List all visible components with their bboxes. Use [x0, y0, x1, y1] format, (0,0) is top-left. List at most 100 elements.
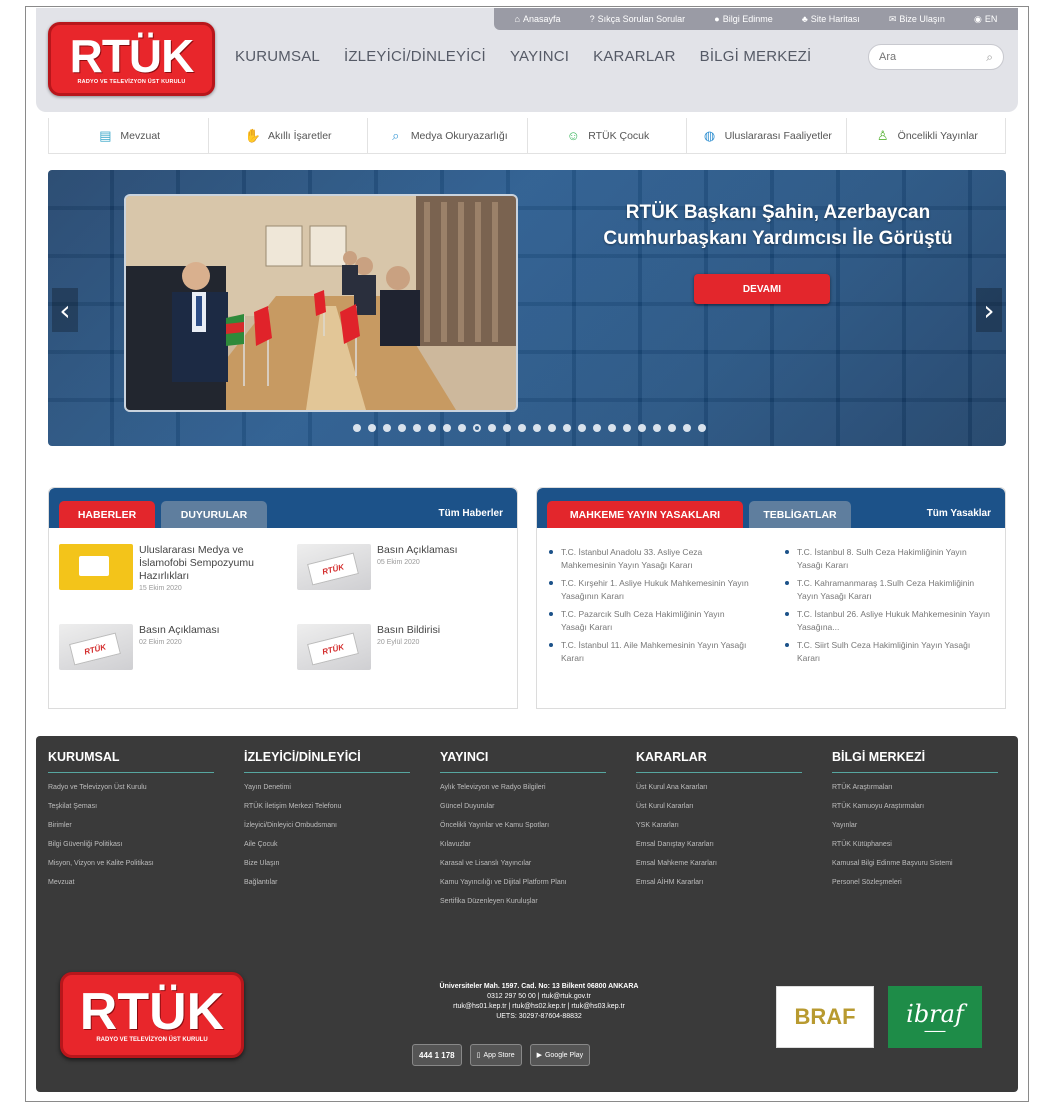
quick-link[interactable]: ⌕ Medya Okuryazarlığı	[368, 118, 528, 153]
footer-link[interactable]: RTÜK İletişim Merkezi Telefonu	[244, 802, 410, 811]
footer-link[interactable]: Emsal AİHM Kararları	[636, 878, 802, 887]
braf-logo[interactable]: BRAF	[776, 986, 874, 1048]
footer-column-title[interactable]: YAYINCI	[440, 750, 606, 773]
slider-dot[interactable]	[382, 424, 391, 432]
search-icon[interactable]: ⌕	[986, 50, 993, 65]
slider-dot[interactable]	[562, 424, 571, 432]
all-news-link[interactable]: Tüm Haberler	[439, 508, 503, 519]
footer-link[interactable]: İzleyici/Dinleyici Ombudsmanı	[244, 821, 410, 830]
quick-link[interactable]: ◍ Uluslararası Faaliyetler	[687, 118, 847, 153]
app-store-badge[interactable]: ▯ App Store	[469, 1044, 522, 1066]
footer-link[interactable]: Personel Sözleşmeleri	[832, 878, 998, 887]
nav-item-3[interactable]: KARARLAR	[593, 48, 675, 65]
footer-link[interactable]: RTÜK Kütüphanesi	[832, 840, 998, 849]
quick-link[interactable]: ✋ Akıllı İşaretler	[209, 118, 368, 153]
ban-item[interactable]: T.C. Pazarcık Sulh Ceza Hakimliğinin Yay…	[549, 608, 749, 634]
tab-tebligatlar[interactable]: TEBLİGATLAR	[749, 501, 851, 528]
nav-item-1[interactable]: İZLEYİCİ/DİNLEYİCİ	[344, 48, 486, 65]
quick-link[interactable]: ☺ RTÜK Çocuk	[528, 118, 687, 153]
slider-dot[interactable]	[502, 424, 511, 432]
tab-duyurular[interactable]: DUYURULAR	[161, 501, 267, 528]
footer-link[interactable]: Üst Kurul Kararları	[636, 802, 802, 811]
ban-item[interactable]: T.C. İstanbul 8. Sulh Ceza Hakimliğinin …	[785, 546, 993, 572]
slider-dot[interactable]	[412, 424, 421, 432]
footer-link[interactable]: Birimler	[48, 821, 214, 830]
footer-link[interactable]: Misyon, Vizyon ve Kalite Politikası	[48, 859, 214, 868]
tab-mahkeme-yayin-yasaklari[interactable]: MAHKEME YAYIN YASAKLARI	[547, 501, 743, 528]
google-play-badge[interactable]: ▶ Google Play	[529, 1044, 591, 1066]
slider-dot[interactable]	[547, 424, 556, 432]
slider-dot[interactable]	[697, 424, 706, 432]
footer-column-title[interactable]: İZLEYİCİ/DİNLEYİCİ	[244, 750, 410, 773]
slider-next-arrow-icon[interactable]: ›	[976, 288, 1002, 332]
news-item[interactable]: RTÜK Basın Bildirisi 20 Eylül 2020	[297, 624, 507, 670]
footer-link[interactable]: Bilgi Güvenliği Politikası	[48, 840, 214, 849]
slider-dot[interactable]	[517, 424, 526, 432]
hero-photo[interactable]	[124, 194, 518, 412]
footer-link[interactable]: Güncel Duyurular	[440, 802, 606, 811]
footer-link[interactable]: Teşkilat Şeması	[48, 802, 214, 811]
news-item[interactable]: RTÜK Basın Açıklaması 05 Ekim 2020	[297, 544, 507, 590]
slider-dot[interactable]	[667, 424, 676, 432]
footer-link[interactable]: Radyo ve Televizyon Üst Kurulu	[48, 783, 214, 792]
footer-link[interactable]: Kılavuzlar	[440, 840, 606, 849]
slider-dot[interactable]	[472, 424, 481, 432]
slider-dot[interactable]	[442, 424, 451, 432]
news-item[interactable]: RTÜK Basın Açıklaması 02 Ekim 2020	[59, 624, 279, 670]
slider-dot[interactable]	[532, 424, 541, 432]
footer-link[interactable]: Aile Çocuk	[244, 840, 410, 849]
footer-link[interactable]: Kamusal Bilgi Edinme Başvuru Sistemi	[832, 859, 998, 868]
slider-dot[interactable]	[487, 424, 496, 432]
footer-link[interactable]: Yayınlar	[832, 821, 998, 830]
phone-badge[interactable]: 444 1 178	[412, 1044, 462, 1066]
utility-link[interactable]: ◉ EN	[974, 14, 997, 25]
quick-link[interactable]: ♙ Öncelikli Yayınlar	[847, 118, 1006, 153]
slider-dot[interactable]	[367, 424, 376, 432]
all-bans-link[interactable]: Tüm Yasaklar	[927, 508, 991, 519]
footer-link[interactable]: Mevzuat	[48, 878, 214, 887]
slider-dot[interactable]	[397, 424, 406, 432]
slider-dot[interactable]	[427, 424, 436, 432]
ban-item[interactable]: T.C. İstanbul 11. Aile Mahkemesinin Yayı…	[549, 639, 749, 665]
footer-link[interactable]: Üst Kurul Ana Kararları	[636, 783, 802, 792]
slider-dot[interactable]	[592, 424, 601, 432]
utility-link[interactable]: ✉ Bize Ulaşın	[889, 14, 945, 25]
rtuk-logo[interactable]: RTÜK RADYO VE TELEVİZYON ÜST KURULU	[48, 22, 215, 96]
ibraf-logo[interactable]: ibraf ▬▬▬▬▬▬	[888, 986, 982, 1048]
ban-item[interactable]: T.C. Kırşehir 1. Asliye Hukuk Mahkemesin…	[549, 577, 749, 603]
footer-column-title[interactable]: KARARLAR	[636, 750, 802, 773]
utility-link[interactable]: ⌂ Anasayfa	[515, 14, 561, 24]
slider-dot[interactable]	[352, 424, 361, 432]
footer-link[interactable]: Bağlantılar	[244, 878, 410, 887]
ban-item[interactable]: T.C. Kahramanmaraş 1.Sulh Ceza Hakimliği…	[785, 577, 993, 603]
footer-link[interactable]: Aylık Televizyon ve Radyo Bilgileri	[440, 783, 606, 792]
footer-link[interactable]: Emsal Danıştay Kararları	[636, 840, 802, 849]
slider-dot[interactable]	[622, 424, 631, 432]
slider-dot[interactable]	[607, 424, 616, 432]
ban-item[interactable]: T.C. Siirt Sulh Ceza Hakimliğinin Yayın …	[785, 639, 993, 665]
footer-link[interactable]: Yayın Denetimi	[244, 783, 410, 792]
slider-dot[interactable]	[577, 424, 586, 432]
slider-dot[interactable]	[682, 424, 691, 432]
utility-link[interactable]: ● Bilgi Edinme	[714, 14, 772, 24]
nav-item-0[interactable]: KURUMSAL	[235, 48, 320, 65]
footer-link[interactable]: Karasal ve Lisanslı Yayıncılar	[440, 859, 606, 868]
footer-link[interactable]: Bize Ulaşın	[244, 859, 410, 868]
footer-link[interactable]: Kamu Yayıncılığı ve Dijital Platform Pla…	[440, 878, 606, 887]
footer-link[interactable]: Sertifika Düzenleyen Kuruluşlar	[440, 897, 606, 906]
footer-column-title[interactable]: KURUMSAL	[48, 750, 214, 773]
footer-link[interactable]: RTÜK Araştırmaları	[832, 783, 998, 792]
ban-item[interactable]: T.C. İstanbul 26. Asliye Hukuk Mahkemesi…	[785, 608, 993, 634]
nav-item-2[interactable]: YAYINCI	[510, 48, 569, 65]
footer-column-title[interactable]: BİLGİ MERKEZİ	[832, 750, 998, 773]
footer-link[interactable]: Emsal Mahkeme Kararları	[636, 859, 802, 868]
nav-item-4[interactable]: BİLGİ MERKEZİ	[700, 48, 812, 65]
footer-rtuk-logo[interactable]: RTÜK RADYO VE TELEVİZYON ÜST KURULU	[60, 972, 244, 1058]
news-item[interactable]: Uluslararası Medya ve İslamofobi Sempozy…	[59, 544, 279, 592]
footer-link[interactable]: YSK Kararları	[636, 821, 802, 830]
slider-dot[interactable]	[652, 424, 661, 432]
quick-link[interactable]: ▤ Mevzuat	[49, 118, 209, 153]
search-input[interactable]	[879, 51, 969, 63]
slider-dot[interactable]	[637, 424, 646, 432]
read-more-button[interactable]: DEVAMI	[694, 274, 830, 304]
